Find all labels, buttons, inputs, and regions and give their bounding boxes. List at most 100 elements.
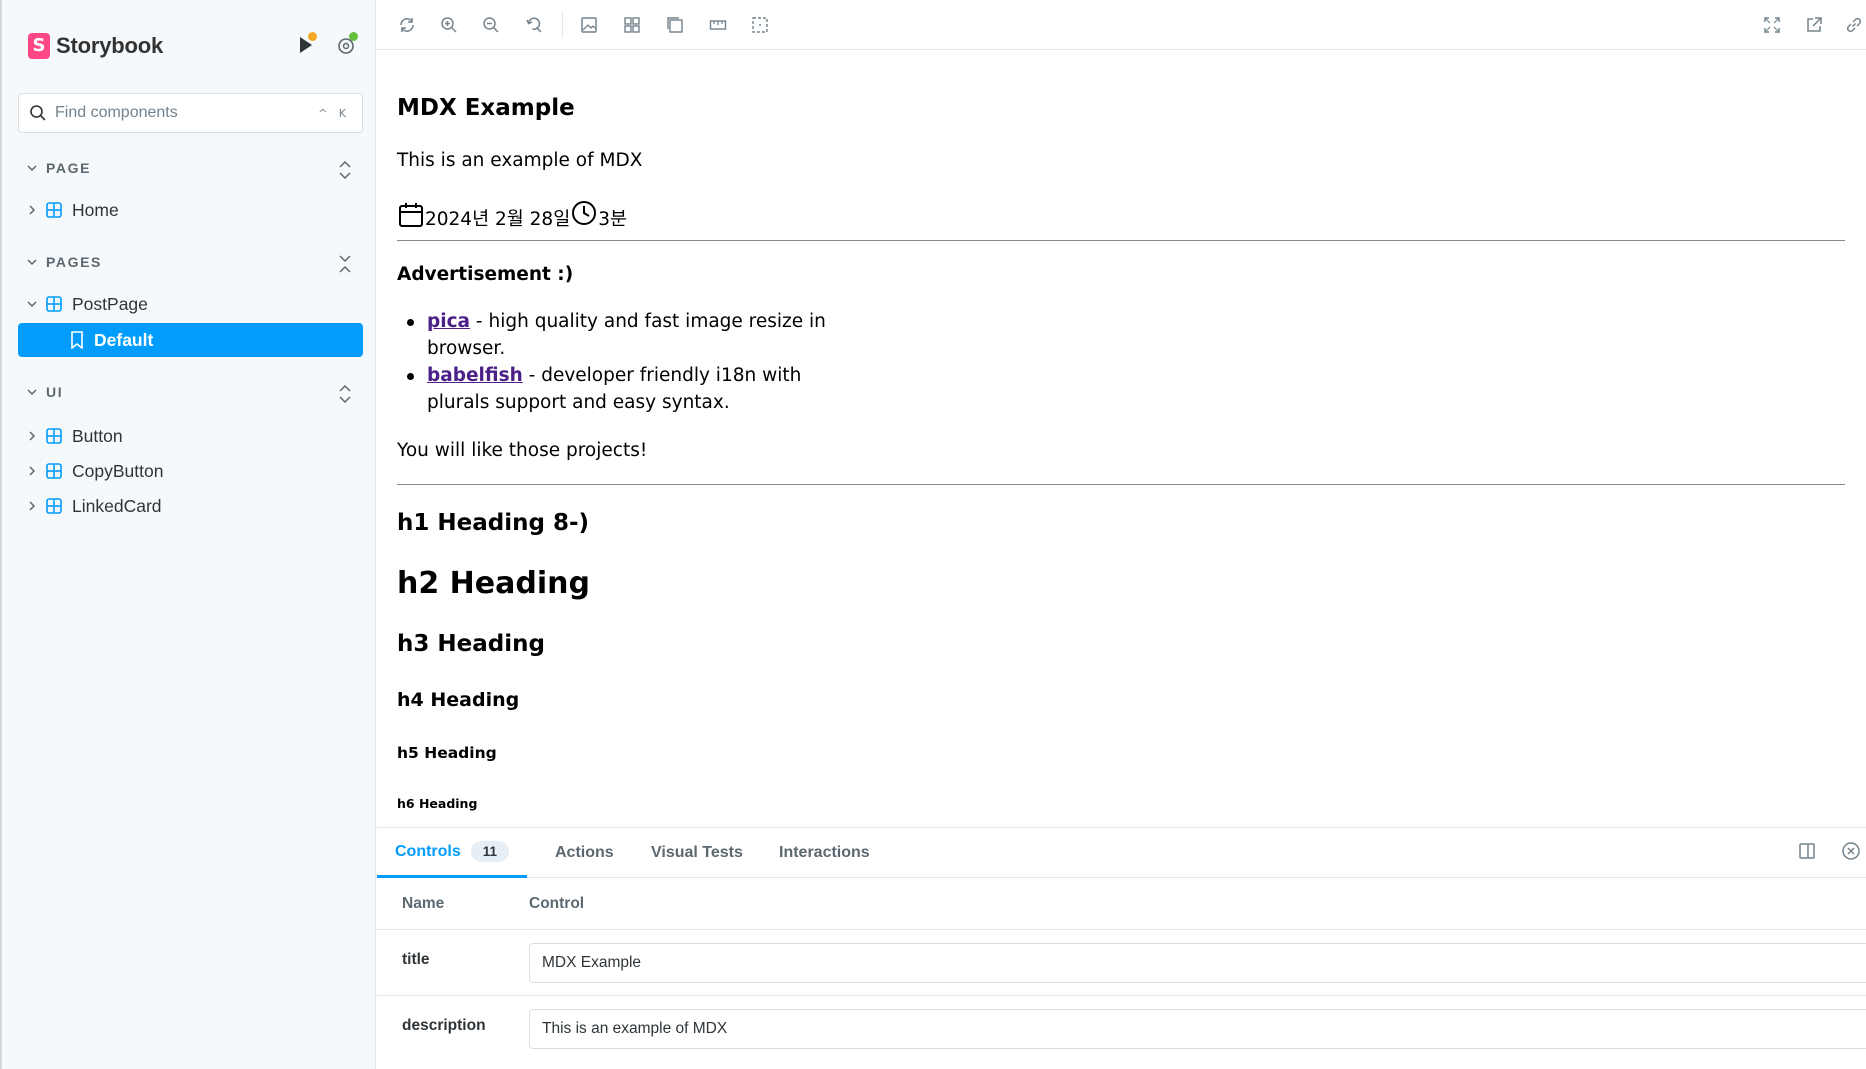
preview-canvas: MDX Example This is an example of MDX 20… — [377, 51, 1866, 827]
tab-visual-tests[interactable]: Visual Tests — [651, 828, 743, 878]
sidebar-item-postpage[interactable]: PostPage — [26, 289, 148, 319]
chevron-right-icon — [29, 431, 36, 441]
fullscreen-button[interactable] — [1761, 14, 1783, 36]
calendar-icon — [399, 203, 423, 227]
viewport-icon — [667, 17, 683, 33]
heading-h6: h6 Heading — [397, 796, 478, 811]
open-new-tab-icon — [1807, 17, 1822, 32]
post-date: 2024년 2월 28일 — [425, 209, 571, 230]
zoom-in-button[interactable] — [438, 14, 460, 36]
tab-label: Visual Tests — [651, 844, 743, 861]
chevron-down-icon — [27, 389, 37, 396]
component-icon — [46, 498, 62, 514]
component-icon — [46, 463, 62, 479]
sidebar-item-linkedcard[interactable]: LinkedCard — [26, 491, 162, 521]
search-input[interactable] — [55, 104, 295, 122]
sidebar-layout-icon — [1799, 843, 1815, 859]
ad-heading: Advertisement :) — [397, 264, 574, 285]
section-pages-header[interactable]: PAGES — [26, 254, 102, 270]
zoom-reset-icon — [526, 17, 542, 33]
ad-footer: You will like those projects! — [397, 440, 648, 461]
sidebar: S Storybook ^ K PAGE Home PAGES PostPage — [0, 0, 376, 1069]
column-header-control: Control — [529, 895, 585, 912]
sidebar-item-label: Button — [72, 425, 123, 446]
search-shortcut: ^ K — [318, 106, 350, 120]
open-new-tab-button[interactable] — [1803, 14, 1825, 36]
clock-icon — [572, 201, 597, 225]
story-label: Default — [94, 329, 154, 350]
post-meta: 2024년 2월 28일 3분 — [397, 193, 627, 233]
reload-icon — [400, 18, 414, 32]
post-read-time: 3분 — [598, 209, 628, 230]
close-icon — [1842, 842, 1860, 860]
sidebar-item-home[interactable]: Home — [26, 195, 119, 225]
tab-actions[interactable]: Actions — [555, 828, 614, 878]
heading-h3: h3 Heading — [397, 631, 545, 657]
zoom-in-icon — [441, 17, 457, 33]
component-icon — [46, 202, 62, 218]
chevron-right-icon — [29, 466, 36, 476]
search-box[interactable]: ^ K — [18, 93, 363, 133]
chevron-down-icon — [27, 165, 37, 172]
divider — [397, 240, 1845, 241]
background-button[interactable] — [578, 14, 600, 36]
sidebar-item-label: Home — [72, 199, 119, 220]
whats-new-button[interactable] — [296, 32, 318, 56]
collapse-all-button[interactable] — [336, 158, 354, 182]
sidebar-item-button[interactable]: Button — [26, 421, 123, 451]
status-dot — [349, 32, 358, 41]
heading-h2: h2 Heading — [397, 566, 590, 601]
ad-list: pica - high quality and fast image resiz… — [407, 308, 827, 416]
column-header-name: Name — [402, 895, 445, 912]
preview-toolbar — [377, 0, 1866, 50]
panel-orientation-button[interactable] — [1797, 841, 1819, 863]
list-item: pica - high quality and fast image resiz… — [407, 308, 827, 362]
expand-collapse-icon — [339, 160, 351, 180]
collapse-all-button[interactable] — [336, 252, 354, 276]
outline-icon — [752, 17, 768, 33]
section-ui-header[interactable]: UI — [26, 384, 63, 400]
settings-button[interactable] — [336, 32, 358, 56]
collapse-all-button[interactable] — [336, 382, 354, 406]
notification-dot — [308, 32, 317, 41]
controls-count-badge: 11 — [470, 841, 510, 862]
close-panel-button[interactable] — [1841, 841, 1863, 863]
tab-interactions[interactable]: Interactions — [779, 828, 870, 878]
chevron-down-icon — [27, 301, 37, 308]
description-control-input[interactable] — [529, 1009, 1866, 1049]
sidebar-story-default[interactable]: Default — [18, 323, 363, 357]
sidebar-item-copybutton[interactable]: CopyButton — [26, 456, 163, 486]
heading-h4: h4 Heading — [397, 689, 520, 711]
measure-button[interactable] — [707, 14, 729, 36]
section-page-header[interactable]: PAGE — [26, 160, 91, 176]
outline-button[interactable] — [749, 14, 771, 36]
heading-h1: h1 Heading 8-) — [397, 510, 590, 536]
row-divider — [377, 929, 1866, 930]
tab-controls[interactable]: Controls 11 — [377, 828, 528, 878]
section-label: PAGE — [46, 160, 92, 176]
copy-link-button[interactable] — [1843, 14, 1865, 36]
brand-name: Storybook — [56, 33, 163, 58]
babelfish-link[interactable]: babelfish — [427, 365, 523, 386]
list-item: babelfish - developer friendly i18n with… — [407, 362, 827, 416]
fullscreen-icon — [1764, 17, 1780, 33]
chevron-right-icon — [29, 501, 36, 511]
grid-button[interactable] — [621, 14, 643, 36]
sidebar-item-label: CopyButton — [72, 460, 164, 481]
row-divider — [377, 995, 1866, 996]
zoom-reset-button[interactable] — [523, 14, 545, 36]
copy-link-icon — [1846, 17, 1862, 33]
post-title: MDX Example — [397, 95, 575, 121]
arg-name-description: description — [402, 1017, 486, 1034]
post-description: This is an example of MDX — [397, 150, 643, 171]
viewport-button[interactable] — [664, 14, 686, 36]
title-control-input[interactable] — [529, 943, 1866, 983]
addon-tabs: Controls 11 Actions Visual Tests Interac… — [377, 828, 1866, 878]
expand-collapse-icon — [339, 384, 351, 404]
reload-button[interactable] — [396, 14, 418, 36]
brand[interactable]: S Storybook — [28, 33, 163, 59]
component-icon — [46, 296, 62, 312]
toolbar-divider — [562, 12, 563, 38]
zoom-out-button[interactable] — [480, 14, 502, 36]
pica-link[interactable]: pica — [427, 311, 470, 332]
